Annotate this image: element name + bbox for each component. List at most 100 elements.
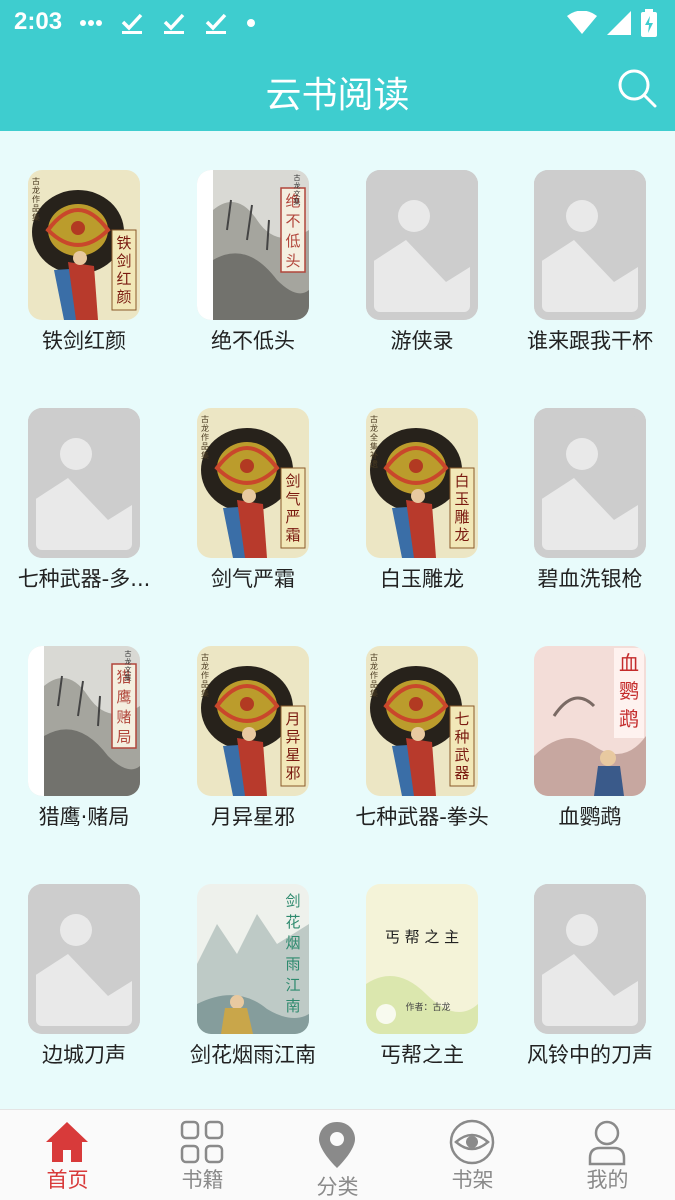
nav-category[interactable]: 分类 <box>270 1110 405 1200</box>
svg-text:种: 种 <box>454 728 469 746</box>
svg-text:铁: 铁 <box>116 234 131 252</box>
nav-mine-label: 我的 <box>586 1168 629 1192</box>
svg-text:气: 气 <box>285 490 300 508</box>
svg-text:龙: 龙 <box>370 661 378 671</box>
book-item[interactable]: 碧血洗银枪 <box>506 369 674 607</box>
svg-text:玉: 玉 <box>454 490 469 508</box>
book-cover-placeholder <box>28 884 140 1034</box>
notification-icons <box>80 8 256 38</box>
book-cover: 白玉雕龙 古龙全集补遗 <box>366 408 478 558</box>
svg-text:集: 集 <box>370 441 378 451</box>
image-placeholder-icon <box>28 408 140 558</box>
svg-text:雕: 雕 <box>454 508 469 526</box>
svg-text:丐 帮 之 主: 丐 帮 之 主 <box>385 928 459 946</box>
svg-text:七: 七 <box>454 710 469 728</box>
book-item[interactable]: 月异星邪 古龙作品集月异星邪 <box>169 607 337 845</box>
svg-text:品: 品 <box>201 442 209 451</box>
more-dots-icon <box>80 20 102 26</box>
person-icon <box>588 1120 626 1166</box>
svg-text:龙: 龙 <box>370 423 378 433</box>
book-cover: 剑花烟雨江南 <box>197 884 309 1034</box>
nav-books-label: 书籍 <box>181 1168 224 1192</box>
image-placeholder-icon <box>534 408 646 558</box>
svg-text:全: 全 <box>370 432 378 442</box>
book-item[interactable]: 七种武器 古龙作品集七种武器-拳头 <box>338 607 506 845</box>
book-cover-placeholder <box>534 170 646 320</box>
home-icon <box>46 1122 88 1162</box>
svg-text:星: 星 <box>285 746 300 764</box>
cover-art: 剑花烟雨江南 <box>197 884 309 1034</box>
cover-art: 血鹦鹉 <box>534 646 646 796</box>
download-done-icon <box>163 13 185 34</box>
book-title: 猎鹰·赌局 <box>38 805 130 829</box>
svg-text:文: 文 <box>294 189 301 198</box>
svg-text:局: 局 <box>116 728 131 746</box>
book-cover: 七种武器 古龙作品集 <box>366 646 478 796</box>
svg-text:龙: 龙 <box>32 185 40 195</box>
svg-text:低: 低 <box>285 232 300 250</box>
book-title: 白玉雕龙 <box>380 567 464 591</box>
nav-category-label: 分类 <box>316 1175 359 1199</box>
signal-icon <box>607 11 631 35</box>
svg-text:作: 作 <box>201 432 209 442</box>
svg-text:集: 集 <box>294 197 301 206</box>
book-item[interactable]: 游侠录 <box>338 131 506 369</box>
book-cover: 月异星邪 古龙作品集 <box>197 646 309 796</box>
svg-text:剑: 剑 <box>285 892 300 910</box>
book-title: 边城刀声 <box>42 1043 126 1067</box>
book-item[interactable]: 谁来跟我干杯 <box>506 131 674 369</box>
svg-text:龙: 龙 <box>201 423 209 433</box>
svg-text:作: 作 <box>32 194 40 204</box>
book-item[interactable]: 七种武器-多... <box>0 369 168 607</box>
book-title: 风铃中的刀声 <box>527 1043 653 1067</box>
image-placeholder-icon <box>28 884 140 1034</box>
book-cover: 丐 帮 之 主 作者：古龙 <box>366 884 478 1034</box>
nav-mine[interactable]: 我的 <box>540 1110 675 1200</box>
book-cover-placeholder <box>28 408 140 558</box>
svg-text:武: 武 <box>454 746 469 764</box>
svg-text:古: 古 <box>125 649 132 658</box>
book-item[interactable]: 铁剑红颜 古龙作品集铁剑红颜 <box>0 131 168 369</box>
svg-text:剑: 剑 <box>285 472 300 490</box>
book-item[interactable]: 猎鹰赌局 古龙文集猎鹰·赌局 <box>0 607 168 845</box>
book-title: 碧血洗银枪 <box>537 567 643 591</box>
book-item[interactable]: 白玉雕龙 古龙全集补遗白玉雕龙 <box>338 369 506 607</box>
system-icons <box>567 6 657 40</box>
svg-text:赌: 赌 <box>116 708 131 726</box>
book-item[interactable]: 丐 帮 之 主 作者：古龙 丐帮之主 <box>338 845 506 1083</box>
svg-text:烟: 烟 <box>285 934 300 952</box>
dot-icon <box>247 19 255 27</box>
svg-text:龙: 龙 <box>454 526 469 544</box>
book-item[interactable]: 风铃中的刀声 <box>506 845 674 1083</box>
download-done-icon <box>121 13 143 34</box>
svg-text:品: 品 <box>370 680 378 689</box>
svg-text:鹉: 鹉 <box>619 707 639 731</box>
app-bar: 云书阅读 <box>0 48 675 131</box>
location-pin-icon <box>319 1122 355 1168</box>
nav-bookshelf[interactable]: 书架 <box>405 1110 540 1200</box>
book-cover: 血鹦鹉 <box>534 646 646 796</box>
svg-text:花: 花 <box>285 913 300 931</box>
svg-text:古: 古 <box>201 414 209 424</box>
svg-text:古: 古 <box>294 173 301 182</box>
image-placeholder-icon <box>534 884 646 1034</box>
nav-home[interactable]: 首页 <box>0 1110 135 1200</box>
cover-art: 白玉雕龙 古龙全集补遗 <box>366 408 478 558</box>
svg-text:血: 血 <box>619 651 639 675</box>
cover-art: 绝不低头 古龙文集 <box>197 170 309 320</box>
svg-text:江: 江 <box>285 976 300 994</box>
svg-text:作者：古龙: 作者：古龙 <box>405 1001 450 1013</box>
svg-text:集: 集 <box>32 212 40 222</box>
bottom-nav: 首页 书籍 分类 书架 我的 <box>0 1109 675 1200</box>
book-item[interactable]: 边城刀声 <box>0 845 168 1083</box>
book-item[interactable]: 剑花烟雨江南剑花烟雨江南 <box>169 845 337 1083</box>
book-item[interactable]: 血鹦鹉血鹦鹉 <box>506 607 674 845</box>
svg-text:雨: 雨 <box>285 955 300 973</box>
svg-text:异: 异 <box>285 728 300 746</box>
book-item[interactable]: 剑气严霜 古龙作品集剑气严霜 <box>169 369 337 607</box>
book-title: 七种武器-拳头 <box>355 805 489 829</box>
nav-books[interactable]: 书籍 <box>135 1110 270 1200</box>
cover-art: 铁剑红颜 古龙作品集 <box>28 170 140 320</box>
search-button[interactable] <box>615 66 659 110</box>
book-item[interactable]: 绝不低头 古龙文集绝不低头 <box>169 131 337 369</box>
